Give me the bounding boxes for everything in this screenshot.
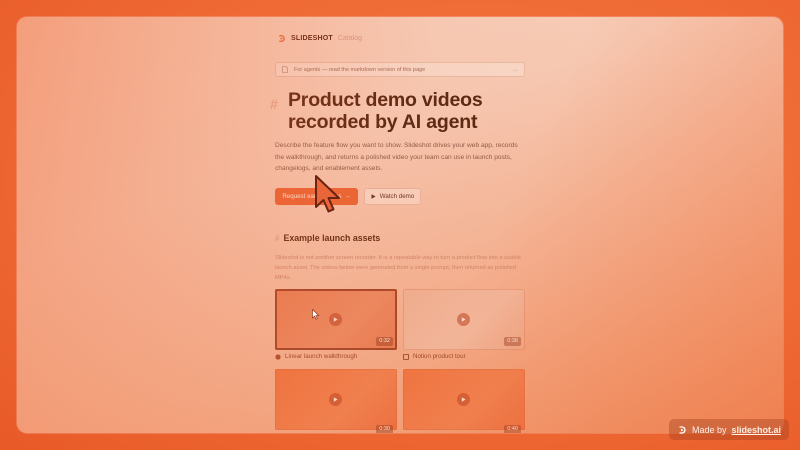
video-card-title: Linear launch walkthrough [285, 353, 358, 360]
watch-demo-button[interactable]: Watch demo [364, 188, 421, 205]
page-title: Product demo videos recorded by AI agent [288, 89, 483, 133]
play-icon[interactable] [457, 393, 470, 406]
made-by-badge[interactable]: Made by slideshot.ai [668, 419, 789, 440]
mouse-pointer-icon [315, 175, 340, 213]
section-anchor-icon: # [275, 233, 280, 243]
examples-description: Slideshot is not another screen recorder… [275, 255, 521, 281]
linear-logo-icon [275, 353, 281, 360]
video-thumbnail[interactable]: 0:40 [403, 369, 525, 433]
mouse-pointer-icon [312, 309, 320, 320]
agents-markdown-notice[interactable]: For agents — read the markdown version o… [275, 62, 525, 77]
video-thumbnail[interactable]: 0:30 [275, 369, 397, 433]
video-card-title: Notion product tour [413, 353, 466, 360]
orange-overlay [17, 17, 783, 433]
brand-tag: Catalog [337, 35, 362, 42]
play-icon [371, 194, 376, 199]
slideshot-logo-icon [679, 425, 686, 434]
play-icon[interactable] [329, 313, 342, 326]
document-icon [282, 66, 288, 73]
made-by-prefix: Made by [691, 424, 727, 435]
arrow-right-icon: → [344, 193, 351, 200]
brand[interactable]: SLIDESHOT Catalog [277, 34, 362, 43]
play-icon[interactable] [457, 313, 470, 326]
video-thumbnail[interactable]: 0:32 [275, 289, 397, 350]
slideshot-link[interactable]: slideshot.ai [731, 425, 781, 435]
video-thumbnail[interactable]: 0:38 [403, 289, 525, 350]
slideshot-logo-icon [279, 35, 285, 42]
video-duration: 0:38 [504, 337, 521, 346]
video-duration: 0:40 [504, 425, 521, 433]
notice-arrow-icon: → [512, 66, 519, 73]
watch-demo-label: Watch demo [379, 193, 415, 200]
notion-logo-icon [403, 353, 409, 360]
notice-text: For agents — read the markdown version o… [294, 66, 426, 73]
hero-description: Describe the feature flow you want to sh… [275, 142, 518, 172]
brand-name: SLIDESHOT [291, 35, 333, 42]
video-duration: 0:32 [376, 337, 393, 346]
play-icon[interactable] [329, 393, 342, 406]
video-card-caption[interactable]: Linear launch walkthrough [275, 353, 357, 360]
video-card-caption[interactable]: Notion product tour [403, 353, 466, 360]
examples-heading: # Example launch assets [275, 233, 380, 243]
examples-title: Example launch assets [283, 233, 381, 243]
browser-screen: SLIDESHOT Catalog For agents — read the … [17, 17, 783, 433]
video-duration: 0:30 [376, 425, 393, 433]
heading-anchor-icon: # [270, 96, 278, 112]
